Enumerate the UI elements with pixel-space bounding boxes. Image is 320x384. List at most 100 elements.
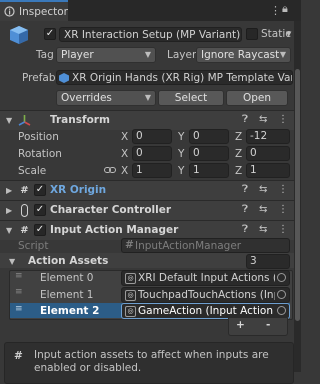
lock-icon[interactable]: 🔒︎	[282, 2, 288, 16]
tab-inspector[interactable]: Inspector	[0, 0, 68, 21]
layer-label: Layer	[167, 49, 197, 61]
help-icon[interactable]: ❓︎	[242, 114, 248, 125]
overrides-dropdown[interactable]: Overrides ▼	[56, 90, 156, 106]
transform-header[interactable]: ▼ Transform ❓︎ ⇆ ⋮	[0, 110, 294, 130]
tab-menu-icon[interactable]: ⋮	[270, 4, 281, 17]
context-menu-icon[interactable]: ⋮	[278, 204, 288, 215]
object-picker-icon[interactable]	[277, 306, 286, 315]
transform-icon	[18, 115, 31, 126]
element-object-field[interactable]: ◎ TouchpadTouchActions (Input	[121, 287, 290, 303]
scale-y-field[interactable]: 1	[189, 163, 229, 178]
foldout-expanded-icon[interactable]: ▼	[9, 257, 15, 266]
context-menu-icon[interactable]: ⋮	[278, 114, 288, 125]
input-action-manager-header[interactable]: ▼ # ✓ Input Action Manager ❓︎ ⇆ ⋮	[0, 220, 294, 240]
static-dropdown-arrow[interactable]: ▼	[286, 30, 291, 38]
foldout-expanded-icon[interactable]: ▼	[6, 226, 12, 235]
active-checkbox[interactable]: ✓	[44, 28, 56, 40]
info-icon	[4, 6, 15, 17]
component-title: XR Origin	[50, 184, 107, 196]
tab-bar: Inspector ⋮ 🔒︎	[0, 0, 301, 21]
input-action-asset-icon: ◎	[125, 272, 136, 284]
link-icon[interactable]	[104, 165, 116, 175]
help-icon[interactable]: ❓︎	[242, 224, 248, 235]
object-picker-icon[interactable]	[277, 290, 286, 299]
context-menu-icon[interactable]: ⋮	[278, 184, 288, 195]
character-controller-icon	[21, 204, 28, 217]
preset-icon[interactable]: ⇆	[259, 184, 267, 195]
rotation-y-field[interactable]: 0	[189, 146, 229, 161]
preset-icon[interactable]: ⇆	[259, 224, 267, 235]
prefab-label: Prefab	[22, 72, 56, 84]
chevron-down-icon: ▼	[144, 50, 151, 59]
xr-origin-header[interactable]: ▶ # ✓ XR Origin ❓︎ ⇆ ⋮	[0, 180, 294, 200]
axis-y-label[interactable]: Y	[178, 148, 184, 160]
element-object-field[interactable]: ◎ GameAction (Input Action As	[121, 303, 290, 319]
element-object-field[interactable]: ◎ XRI Default Input Actions (Input	[121, 270, 290, 286]
rotation-label: Rotation	[18, 148, 62, 160]
array-size-field[interactable]: 3	[246, 254, 290, 269]
component-enabled-checkbox[interactable]: ✓	[34, 224, 46, 236]
tab-label: Inspector	[19, 5, 68, 18]
rotation-x-field[interactable]: 0	[132, 146, 172, 161]
vertical-scrollbar[interactable]	[294, 21, 301, 372]
scrollbar-thumb[interactable]	[295, 69, 300, 321]
scale-z-field[interactable]: 1	[246, 163, 290, 178]
foldout-collapsed-icon[interactable]: ▶	[6, 186, 12, 195]
component-enabled-checkbox[interactable]: ✓	[34, 184, 46, 196]
component-title: Character Controller	[50, 204, 172, 216]
axis-z-label[interactable]: Z	[235, 165, 242, 177]
prefab-cube-icon	[10, 26, 28, 44]
remove-element-button[interactable]: -	[266, 319, 270, 331]
axis-z-label[interactable]: Z	[235, 131, 242, 143]
element-label: Element 0	[40, 272, 94, 284]
axis-x-label[interactable]: X	[121, 131, 128, 143]
preset-icon[interactable]: ⇆	[259, 114, 267, 125]
prefab-asset-field[interactable]: XR Origin Hands (XR Rig) MP Template Var…	[56, 70, 293, 85]
object-picker-icon[interactable]	[277, 273, 286, 282]
tag-dropdown[interactable]: Player ▼	[56, 47, 156, 63]
select-button[interactable]: Select	[158, 90, 224, 106]
context-menu-icon[interactable]: ⋮	[278, 224, 288, 235]
element-label: Element 2	[40, 305, 100, 317]
rotation-z-field[interactable]: 0	[246, 146, 290, 161]
input-action-asset-icon: ◎	[125, 305, 136, 317]
prefab-asset-icon	[59, 72, 69, 83]
drag-handle-icon[interactable]: ≡	[15, 304, 23, 314]
script-asset-icon: #	[125, 239, 134, 251]
axis-z-label[interactable]: Z	[235, 148, 242, 160]
axis-y-label[interactable]: Y	[178, 165, 184, 177]
character-controller-header[interactable]: ▶ ✓ Character Controller ❓︎ ⇆ ⋮	[0, 200, 294, 220]
open-button[interactable]: Open	[226, 90, 288, 106]
axis-x-label[interactable]: X	[121, 165, 128, 177]
static-checkbox[interactable]	[246, 28, 258, 40]
component-enabled-checkbox[interactable]: ✓	[34, 204, 46, 216]
help-text: Input action assets to affect when input…	[34, 349, 269, 374]
help-icon[interactable]: ❓︎	[242, 184, 248, 195]
drag-handle-icon[interactable]: ≡	[15, 271, 23, 281]
drag-handle-icon[interactable]: ≡	[15, 287, 23, 297]
script-field: # InputActionManager	[121, 238, 290, 253]
script-icon: #	[20, 225, 29, 236]
script-icon: #	[14, 350, 23, 362]
axis-y-label[interactable]: Y	[178, 131, 184, 143]
chevron-down-icon: ▼	[144, 93, 151, 102]
component-title: Transform	[50, 114, 110, 126]
foldout-expanded-icon[interactable]: ▼	[6, 116, 12, 125]
position-x-field[interactable]: 0	[132, 129, 172, 144]
help-icon[interactable]: ❓︎	[242, 204, 248, 215]
action-assets-label[interactable]: Action Assets	[28, 255, 108, 267]
layer-dropdown[interactable]: Ignore Raycast ▼	[196, 47, 291, 63]
scale-x-field[interactable]: 1	[132, 163, 172, 178]
script-icon: #	[20, 185, 29, 196]
chevron-down-icon: ▼	[279, 50, 286, 59]
object-name-field[interactable]: XR Interaction Setup (MP Variant)	[59, 27, 242, 42]
foldout-collapsed-icon[interactable]: ▶	[6, 206, 12, 215]
add-element-button[interactable]: +	[236, 319, 245, 331]
axis-x-label[interactable]: X	[121, 148, 128, 160]
component-title: Input Action Manager	[50, 224, 179, 236]
preset-icon[interactable]: ⇆	[259, 204, 267, 215]
tag-label: Tag	[36, 49, 54, 61]
position-y-field[interactable]: 0	[189, 129, 229, 144]
scale-label: Scale	[18, 165, 47, 177]
position-z-field[interactable]: -12	[246, 129, 290, 144]
